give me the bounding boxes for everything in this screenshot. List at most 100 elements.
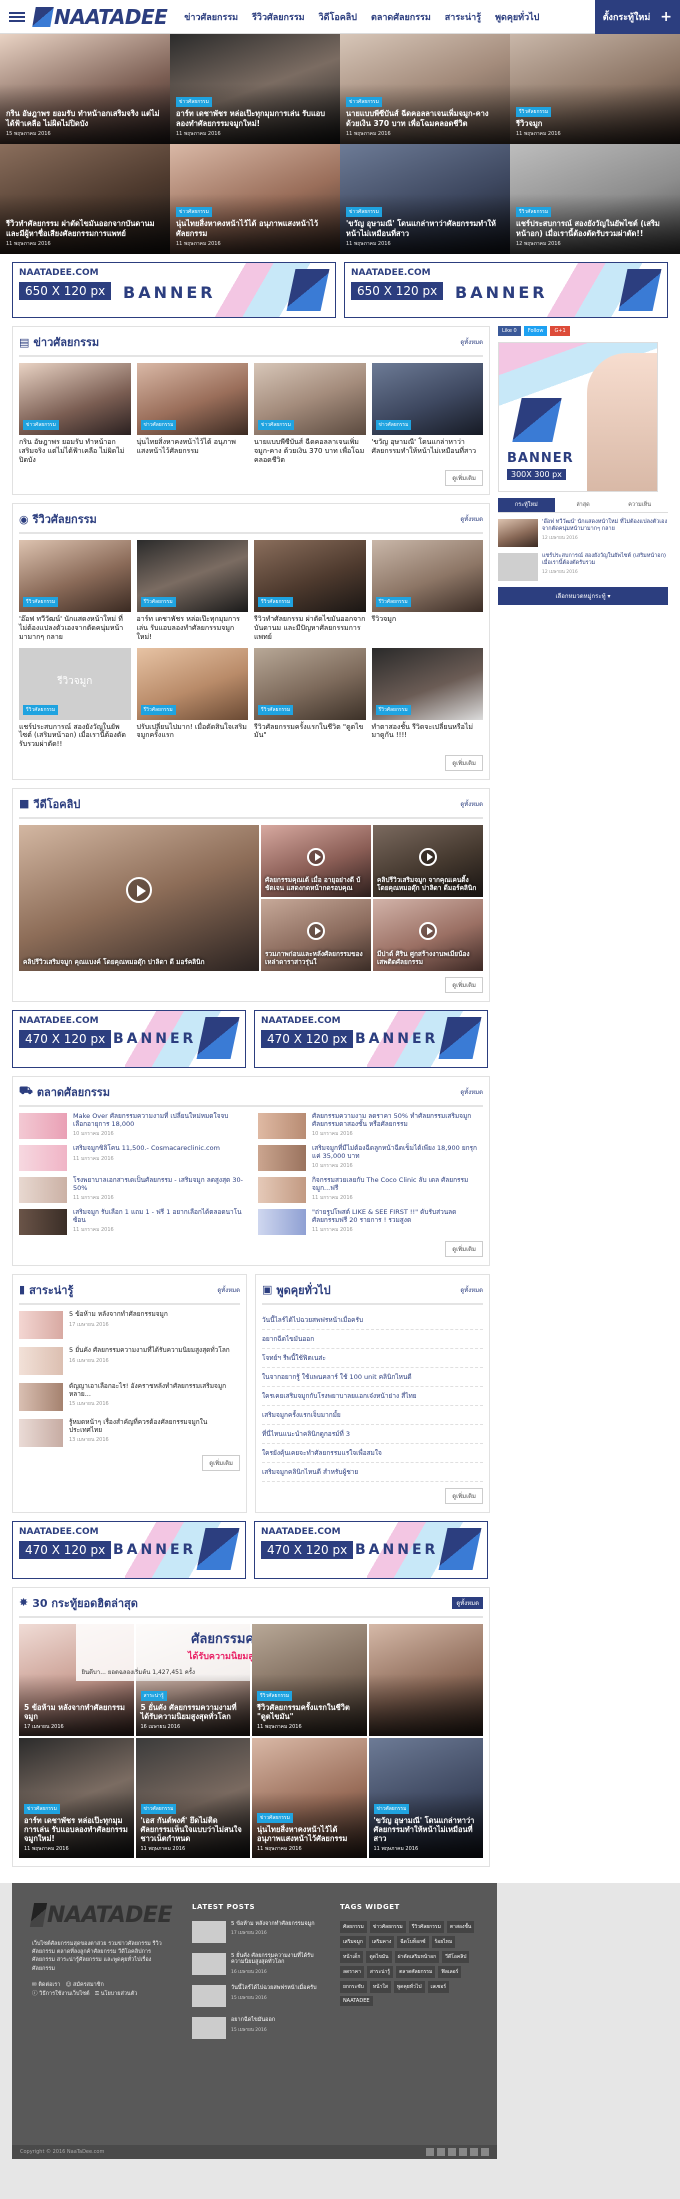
topic-link[interactable]: วันนี้ไลร์ได้ไปฉวยสพฟรหน้าเมื่อครับ (262, 1311, 483, 1330)
category-badge[interactable]: ข่าวศัลยกรรม (176, 97, 212, 108)
market-thumbnail[interactable] (19, 1208, 67, 1235)
post-thumbnail[interactable]: รีวิวศัลยกรรม (254, 647, 366, 720)
post-title[interactable]: นุ่นไทยสิ่งหาคงหน้าไว้ได้ อนุภาพแสงหน้าไ… (137, 438, 249, 456)
market-item[interactable]: กิจกรรมสวยเลยกับ The Coco Clinic ลับ เดล… (258, 1176, 483, 1203)
article-item[interactable]: รู้หมดหน้าๆ เรื่องสำคัญที่ควรต้องศัลยกรร… (19, 1418, 240, 1447)
hero-card[interactable]: ข่าวศัลยกรรม 'ขวัญ อุษามณี' โดนแกล่าหาว่า… (340, 144, 510, 254)
hero-title[interactable]: นุ่นไทยสิ่งหาคงหน้าไว้ได้ อนุภาพแสงหน้าไ… (176, 219, 334, 238)
video-thumb[interactable]: คลิปรีวิวเสริมจมูก จากคุณเคนติ้ง โดยคุณห… (373, 824, 483, 897)
popular-title[interactable]: 'เอส กันต์พงศ์' ยึดไม่ติดศัลยกรรมเห็นใจแ… (141, 1816, 246, 1843)
post-thumbnail[interactable]: รีวิวศัลยกรรม (371, 647, 483, 720)
post-card[interactable]: ข่าวศัลยกรรมกริน อัษฎาพร ยอมรับ ทำหน้าอก… (19, 363, 131, 464)
read-more-button[interactable]: ดูเพิ่มเติม (445, 1240, 483, 1257)
category-badge[interactable]: ข่าวศัลยกรรม (373, 1803, 410, 1814)
post-card[interactable]: รีวิวศัลยกรรม รีวิวทำศัลยกรรม ผ่าตัดไขมัน… (254, 540, 366, 641)
tag-link[interactable]: ดูดไขมัน (366, 1950, 392, 1963)
topic-link[interactable]: โจทย์ฯ รีพนี้ใช้ฟิตเนส่ะ (262, 1349, 483, 1368)
post-title[interactable]: รีวิวจมูก (372, 615, 484, 624)
market-item[interactable]: เสริมจมูกซิลิโคน 11,500.- Cosmacareclini… (19, 1144, 244, 1171)
video-title[interactable]: คลิปรีวิวเสริมจมูก จากคุณเคนติ้ง โดยคุณห… (377, 876, 479, 893)
market-title[interactable]: Make Over ศัลยกรรมความงามที่ เปลี่ยนใหม่… (73, 1112, 244, 1129)
post-title[interactable]: 'ขวัญ อุษามณี' โดนแกล่าหาว่าศัลยกรรมทำให… (372, 438, 484, 456)
footer-post-thumbnail[interactable] (192, 1920, 226, 1943)
post-thumbnail[interactable]: ข่าวศัลยกรรม (371, 363, 483, 435)
footer-link-howto[interactable]: วิธีการใช้งานเว็บไซต์ (39, 1991, 89, 1997)
footer-post-title[interactable]: 5 ยั่นคัง ศัลยกรรมความงามที่ได้รับความนิ… (231, 1953, 320, 1966)
popular-card[interactable]: ข่าวศัลยกรรม นุ่นไทยสิ่งหาคงหน้าไว้ได้ อน… (252, 1737, 367, 1858)
view-all-button[interactable]: ดูทั้งหมด (452, 1596, 483, 1609)
category-badge[interactable]: รีวิวศัลยกรรม (258, 597, 294, 608)
post-title[interactable]: กริน อัษฎาพร ยอมรับ ทำหน้าอกเสริมจริง แต… (19, 438, 131, 464)
market-item[interactable]: Make Over ศัลยกรรมความงามที่ เปลี่ยนใหม่… (19, 1112, 244, 1139)
post-card[interactable]: ข่าวศัลยกรรม นายแบบพีซีบันส์ ฉีดคอลลาเจนเ… (254, 363, 366, 464)
twitter-icon[interactable] (437, 2147, 445, 2156)
popular-title[interactable]: 5 ยั่นคัง ศัลยกรรมความงามที่ได้รับความนิ… (141, 1703, 246, 1721)
youtube-icon[interactable] (470, 2147, 478, 2156)
market-title[interactable]: ศัลยกรรมความงาม ลดราคา 50% ทำศัลยกรรมเสร… (312, 1112, 483, 1129)
post-thumbnail[interactable]: รีวิวศัลยกรรม (371, 540, 483, 613)
category-badge[interactable]: รีวิวศัลยกรรม (140, 597, 176, 608)
market-title[interactable]: เสริมจมูกที่มีไม่ต้องฉีดลูกหน้าฉีดเข็มได… (312, 1144, 483, 1161)
nav-item-talk[interactable]: พูดคุยทั่วไป (488, 10, 546, 24)
video-title[interactable]: รวมภาพก่อนและหลังศัลยกรรมของเหล่าดาราสาว… (265, 950, 367, 967)
video-title[interactable]: มีปาต์ ศิริน ศูกสร้างงานพเมียน้องเสพติดศ… (377, 950, 479, 967)
topic-link[interactable]: เสริมจมูกครั้งแรกเจ็บมากมั้ย (262, 1406, 483, 1425)
article-item[interactable]: 5 ยั่นคัง ศัลยกรรมความงามที่ได้รับความนิ… (19, 1346, 240, 1375)
market-title[interactable]: เสริมจมูก รับเลือก 1 แถม 1 - ฟรี 1 อยากเ… (73, 1208, 244, 1225)
footer-logo[interactable]: NAATADEE (29, 1903, 173, 1928)
post-card[interactable]: ข่าวศัลยกรรม 'ขวัญ อุษามณี' โดนแกล่าหาว่า… (371, 363, 484, 464)
post-thumbnail[interactable]: รีวิวศัลยกรรม (136, 540, 248, 613)
google-plus-icon[interactable] (448, 2147, 456, 2156)
market-thumbnail[interactable] (19, 1144, 67, 1171)
category-badge[interactable]: ข่าวศัลยกรรม (346, 207, 382, 218)
topic-link[interactable]: ที่นี่ไหนแนะนำคลินิกดูกอรม์ที่ 3 (262, 1425, 483, 1444)
market-item[interactable]: ศัลยกรรมความงาม ลดราคา 50% ทำศัลยกรรมเสร… (258, 1112, 483, 1139)
category-badge[interactable]: รีวิวศัลยกรรม (258, 704, 294, 715)
category-badge[interactable]: ข่าวศัลยกรรม (140, 1803, 177, 1814)
category-badge[interactable]: สาระน่ารู้ (140, 1690, 167, 1701)
popular-card[interactable]: ข่าวศัลยกรรม 'เอส กันต์พงศ์' ยึดไม่ติดศัล… (135, 1737, 250, 1858)
post-thumbnail[interactable]: ข่าวศัลยกรรม (136, 363, 248, 435)
view-all-link[interactable]: ดูทั้งหมด (217, 1285, 240, 1295)
footer-post-thumbnail[interactable] (192, 1952, 226, 1975)
post-title[interactable]: แชร์ประสบการณ์ สองยังวัญในยัพไซต์ (เสริม… (19, 723, 131, 749)
post-title[interactable]: รีวิวศัลยกรรมครั้งแรกในชีวิต "ดูตไขมัน" (254, 723, 366, 741)
tag-link[interactable]: ข่าวศัลยกรรม (369, 1920, 406, 1933)
tag-link[interactable]: ร้อยไหม (431, 1935, 456, 1948)
facebook-like-button[interactable]: Like 0 (498, 326, 521, 336)
tag-link[interactable]: ฉีดโบท็อกซ์ (397, 1935, 429, 1948)
footer-post[interactable]: วันนี้ไลร์ได้ไปฉวยสพฟรหน้าเมื่อครับ 15 เม… (192, 1984, 320, 2007)
article-title[interactable]: 5 ยั่นคัง ศัลยกรรมความงามที่ได้รับความนิ… (69, 1346, 230, 1355)
post-thumbnail[interactable]: ข่าวศัลยกรรม (19, 363, 131, 435)
sidebar-post-thumbnail[interactable] (498, 519, 538, 547)
banner-ad[interactable]: NAATADEE.COM 650 X 120 px BANNER (12, 262, 336, 318)
popular-card[interactable]: ศัลยกรรมความงาม ได้รับความนิยมสูงสุด ทั่ว… (75, 1623, 306, 1736)
popular-card[interactable]: ข่าวศัลยกรรม 'ขวัญ อุษามณี' โดนแกล่าหาว่า… (368, 1737, 483, 1858)
tag-link[interactable]: ตลาดศัลยกรรม (396, 1965, 436, 1978)
market-title[interactable]: เสริมจมูกซิลิโคน 11,500.- Cosmacareclini… (73, 1144, 220, 1153)
market-title[interactable]: โรงพยาบาลเอกสารเดเป็นศัลยกรรม - เสริมจมู… (73, 1176, 244, 1193)
footer-post[interactable]: อยากฉีดไขมันออก 15 เมษายน 2016 (192, 2016, 320, 2039)
topic-link[interactable]: เสริมจมูกคลินิกไหนดี สำหรับผู้ชาย (262, 1463, 483, 1482)
hero-card[interactable]: รีวิวศัลยกรรม รีวิวจมูก 11 พฤษภาคม 2016 (510, 34, 680, 144)
read-more-button[interactable]: ดูเพิ่มเติม (445, 976, 483, 993)
banner-ad[interactable]: NAATADEE.COM 470 X 120 px BANNER (254, 1009, 488, 1068)
footer-link-privacy[interactable]: นโยบายส่วนตัว (101, 1991, 138, 1997)
post-card[interactable]: ข่าวศัลยกรรมนุ่นไทยสิ่งหาคงหน้าไว้ได้ อน… (136, 363, 249, 464)
play-icon[interactable] (126, 877, 152, 904)
market-thumbnail[interactable] (258, 1112, 306, 1139)
post-card[interactable]: รีวิวศัลยกรรม ปรับเปลี่ยนไปมาก! เมื่อตัดส… (136, 647, 248, 749)
article-thumbnail[interactable] (19, 1346, 63, 1375)
category-badge[interactable]: ข่าวศัลยกรรม (346, 97, 382, 108)
tag-link[interactable]: เลเซอร์ (427, 1980, 450, 1993)
site-logo[interactable]: NAATADEE (32, 5, 168, 29)
banner-ad[interactable]: NAATADEE.COM 470 X 120 px BANNER (254, 1520, 488, 1579)
hero-card[interactable]: ข่าวศัลยกรรม นายแบบพีซีบันส์ ฉีดคอลลาเจนเ… (340, 34, 510, 144)
menu-icon[interactable] (0, 10, 34, 24)
tab-comments[interactable]: ความเห็น (611, 498, 668, 512)
sidebar-post-thumbnail[interactable] (498, 553, 538, 581)
post-thumbnail[interactable]: รีวิวจมูก รีวิวศัลยกรรม (19, 647, 131, 720)
post-thumbnail[interactable]: ข่าวศัลยกรรม (254, 363, 366, 435)
post-card[interactable]: รีวิวศัลยกรรมรีวิวศัลยกรรมครั้งแรกในชีวิ… (254, 647, 366, 749)
market-title[interactable]: "ถ่ายรูปโพสต์ LIKE & SEE FIRST !!" ดับรั… (312, 1208, 483, 1225)
